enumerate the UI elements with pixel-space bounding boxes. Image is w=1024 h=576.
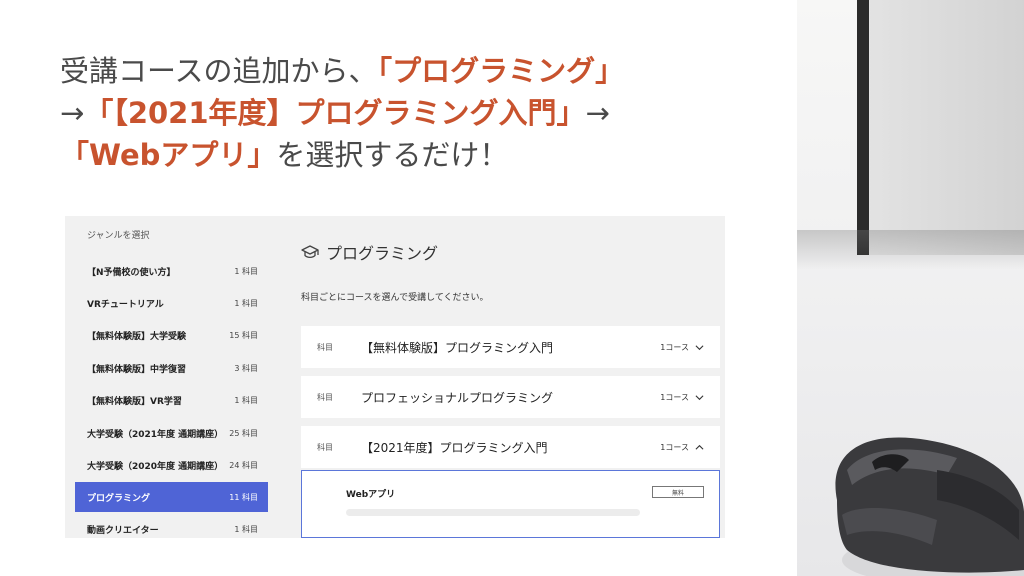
sidebar-item-label: 【無料体験版】大学受験 bbox=[87, 331, 187, 342]
subject-name: 【無料体験版】プログラミング入門 bbox=[361, 340, 554, 355]
genre-sidebar: ジャンルを選択 【N予備校の使い方】 1 科目 VRチュートリアル 1 科目 【… bbox=[75, 216, 268, 538]
headline-highlight: 「【2021年度】プログラミング入門」 bbox=[84, 96, 586, 130]
sidebar-item-label: 【無料体験版】VR学習 bbox=[87, 396, 182, 407]
page-description: 科目ごとにコースを選んで受講してください。 bbox=[301, 293, 489, 303]
headline-highlight: 「Webアプリ」 bbox=[60, 138, 277, 172]
sidebar-item-label: 【N予備校の使い方】 bbox=[87, 267, 176, 278]
headline-line-3: 「Webアプリ」を選択するだけ！ bbox=[60, 134, 760, 176]
sidebar-title: ジャンルを選択 bbox=[87, 231, 150, 241]
page-title: プログラミング bbox=[301, 240, 438, 264]
sidebar-item-count: 3 科目 bbox=[234, 363, 258, 373]
sidebar-item-count: 1 科目 bbox=[234, 298, 258, 308]
sidebar-item-label: VRチュートリアル bbox=[87, 299, 164, 310]
headline: 受講コースの追加から、「プログラミング」 →「【2021年度】プログラミング入門… bbox=[60, 50, 760, 176]
sidebar-item-guide[interactable]: 【N予備校の使い方】 1 科目 bbox=[75, 256, 268, 286]
chevron-down-icon[interactable] bbox=[695, 343, 704, 352]
arrow-icon: → bbox=[60, 96, 85, 130]
decorative-photo bbox=[797, 0, 1024, 576]
subject-name: プロフェッショナルプログラミング bbox=[361, 390, 554, 405]
sidebar-item-free-university[interactable]: 【無料体験版】大学受験 15 科目 bbox=[75, 320, 268, 350]
course-count: 1コース bbox=[660, 342, 689, 352]
sidebar-item-label: 動画クリエイター bbox=[87, 525, 159, 536]
chevron-down-icon[interactable] bbox=[695, 393, 704, 402]
sidebar-item-count: 15 科目 bbox=[229, 330, 258, 340]
course-count: 1コース bbox=[660, 442, 689, 452]
sidebar-item-count: 1 科目 bbox=[234, 524, 258, 534]
sidebar-item-university-2021[interactable]: 大学受験（2021年度 通期講座） 25 科目 bbox=[75, 418, 268, 448]
course-item-webapp[interactable]: Webアプリ 無料 bbox=[301, 470, 720, 538]
headline-line-2: →「【2021年度】プログラミング入門」→ bbox=[60, 92, 760, 134]
mouse-image bbox=[835, 437, 1024, 576]
sidebar-item-label: プログラミング bbox=[87, 493, 151, 504]
course-count: 1コース bbox=[660, 392, 689, 402]
app-screenshot: ジャンルを選択 【N予備校の使い方】 1 科目 VRチュートリアル 1 科目 【… bbox=[65, 216, 725, 538]
course-name: Webアプリ bbox=[346, 490, 396, 500]
sidebar-item-free-junior-high[interactable]: 【無料体験版】中学復習 3 科目 bbox=[75, 353, 268, 383]
sidebar-item-count: 1 科目 bbox=[234, 395, 258, 405]
sidebar-item-label: 【無料体験版】中学復習 bbox=[87, 364, 187, 375]
subject-name: 【2021年度】プログラミング入門 bbox=[361, 440, 548, 455]
subject-card[interactable]: 科目 【無料体験版】プログラミング入門 1コース bbox=[301, 326, 720, 368]
headline-text: 受講コースの追加から、 bbox=[60, 54, 378, 88]
headline-highlight: 「プログラミング」 bbox=[377, 54, 625, 88]
sidebar-item-programming[interactable]: プログラミング 11 科目 bbox=[75, 482, 268, 512]
sidebar-item-count: 11 科目 bbox=[229, 492, 258, 502]
progress-bar bbox=[346, 509, 640, 516]
sidebar-item-video-creator[interactable]: 動画クリエイター 1 科目 bbox=[75, 514, 268, 538]
subject-card-expanded[interactable]: 科目 【2021年度】プログラミング入門 1コース bbox=[301, 426, 720, 468]
subject-tag: 科目 bbox=[317, 342, 333, 352]
sidebar-item-count: 24 科目 bbox=[229, 460, 258, 470]
subject-tag: 科目 bbox=[317, 392, 333, 402]
arrow-icon: → bbox=[585, 96, 610, 130]
chevron-up-icon[interactable] bbox=[695, 443, 704, 452]
free-badge: 無料 bbox=[652, 486, 704, 498]
sidebar-item-free-vr[interactable]: 【無料体験版】VR学習 1 科目 bbox=[75, 385, 268, 415]
subject-tag: 科目 bbox=[317, 442, 333, 452]
sidebar-item-label: 大学受験（2021年度 通期講座） bbox=[87, 429, 224, 440]
genre-content: プログラミング 科目ごとにコースを選んで受講してください。 科目 【無料体験版】… bbox=[301, 216, 721, 538]
sidebar-item-university-2020[interactable]: 大学受験（2020年度 通期講座） 24 科目 bbox=[75, 450, 268, 480]
sidebar-item-vr-tutorial[interactable]: VRチュートリアル 1 科目 bbox=[75, 288, 268, 318]
headline-line-1: 受講コースの追加から、「プログラミング」 bbox=[60, 50, 760, 92]
subject-card[interactable]: 科目 プロフェッショナルプログラミング 1コース bbox=[301, 376, 720, 418]
page-title-text: プログラミング bbox=[326, 244, 439, 263]
sidebar-item-label: 大学受験（2020年度 通期講座） bbox=[87, 461, 224, 472]
graduation-cap-icon bbox=[301, 245, 319, 259]
headline-text: を選択するだけ！ bbox=[276, 138, 509, 172]
sidebar-item-count: 1 科目 bbox=[234, 266, 258, 276]
sidebar-item-count: 25 科目 bbox=[229, 428, 258, 438]
